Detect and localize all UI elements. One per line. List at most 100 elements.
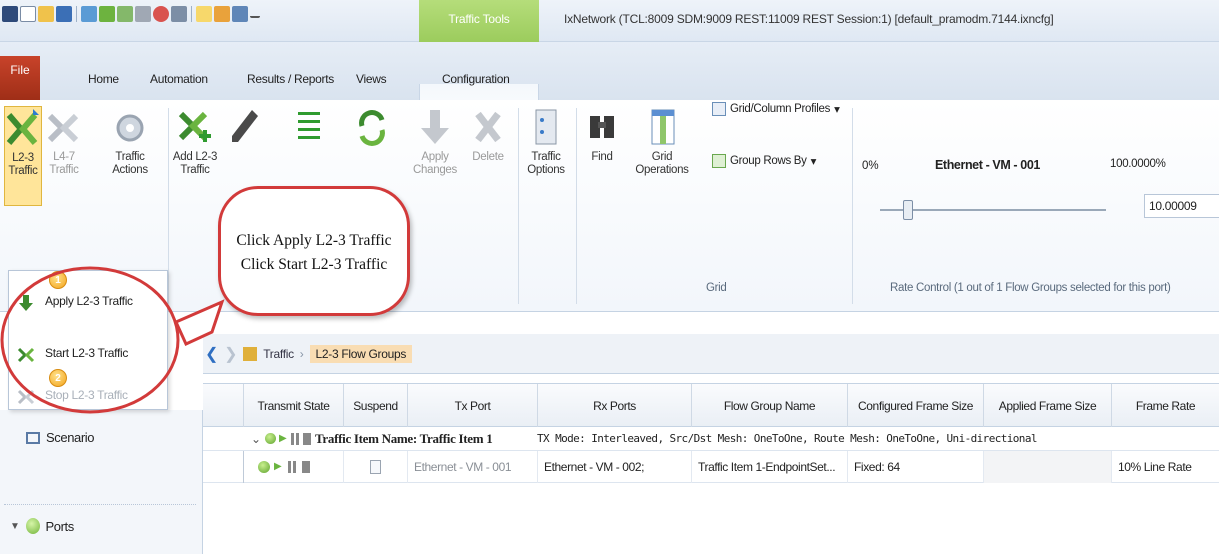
flow-list-button[interactable] [286, 106, 330, 151]
edit-icon[interactable] [135, 6, 151, 22]
l23-traffic-icon [5, 107, 41, 149]
nav-scenario-label: Scenario [46, 430, 95, 445]
column-header[interactable]: Configured Frame Size [847, 384, 983, 428]
traffic-actions-label: Traffic Actions [112, 151, 148, 176]
collapse-chevron-icon[interactable]: ⌄ [251, 427, 261, 451]
grid-column-profiles-button[interactable]: Grid/Column Profiles ▾ [712, 102, 840, 116]
rate-port-label: Ethernet - VM - 001 [935, 158, 1040, 172]
add-l23-traffic-label: Add L2-3 Traffic [172, 151, 218, 176]
add-l23-traffic-button[interactable]: Add L2-3 Traffic [172, 106, 218, 177]
flow-group-name-cell[interactable]: Traffic Item 1-EndpointSet... [691, 451, 847, 483]
tab-home[interactable]: Home [88, 72, 119, 86]
rate-control-group-label: Rate Control (1 out of 1 Flow Groups sel… [890, 282, 1171, 294]
frame-rate-cell[interactable]: 10% Line Rate [1111, 451, 1219, 483]
nav-item-scenario[interactable]: Scenario [26, 430, 95, 445]
rate-slider-thumb[interactable] [903, 200, 913, 220]
stats-icon[interactable] [214, 6, 230, 22]
column-header[interactable]: Rx Ports [537, 384, 691, 428]
open-folder-icon[interactable] [38, 6, 54, 22]
window-title: IxNetwork (TCL:8009 SDM:9009 REST:11009 … [564, 12, 1054, 26]
apply-l23-traffic-label: Apply L2-3 Traffic [45, 294, 133, 308]
l47-traffic-button[interactable]: L4-7 Traffic [44, 106, 84, 177]
contextual-tab-group: Traffic Tools [419, 0, 539, 42]
traffic-icon[interactable] [99, 6, 115, 22]
rx-ports-cell[interactable]: Ethernet - VM - 002; [537, 451, 691, 483]
tx-port-cell[interactable]: Ethernet - VM - 001 [407, 451, 537, 483]
traffic-options-button[interactable]: Traffic Options [522, 106, 570, 177]
record-icon[interactable] [153, 6, 169, 22]
apply-changes-button[interactable]: Apply Changes [412, 106, 458, 177]
breadcrumb-flow-groups[interactable]: L2-3 Flow Groups [309, 345, 413, 363]
stop-traffic-icon [17, 387, 35, 405]
grid-icon [644, 106, 680, 148]
protocol-icon[interactable] [117, 6, 133, 22]
forward-arrow-icon[interactable]: ❯ [224, 344, 237, 364]
traffic-item-group-row[interactable]: ⌄ ▶ Traffic Item Name: Traffic Item 1 TX… [203, 427, 1219, 451]
home-icon[interactable] [243, 347, 258, 361]
suspend-cell[interactable] [343, 451, 407, 483]
traffic-actions-button[interactable]: Traffic Actions [104, 106, 156, 177]
callout-line-start: Click Start L2-3 Traffic [240, 256, 388, 273]
scenario-icon [26, 431, 40, 444]
delete-button[interactable]: Delete [466, 106, 510, 164]
tab-automation[interactable]: Automation [150, 72, 208, 86]
menu-item-apply-l23-traffic[interactable]: Apply L2-3 Traffic [9, 287, 167, 315]
tab-configuration-label[interactable]: Configuration [442, 72, 510, 86]
chart-icon[interactable] [171, 6, 187, 22]
rate-slider-track [880, 209, 1106, 211]
rate-value: 10.00009 [1149, 199, 1197, 213]
menu-item-stop-l23-traffic[interactable]: Stop L2-3 Traffic [9, 381, 167, 409]
play-icon[interactable]: ▶ [274, 451, 282, 483]
status-dot-icon [265, 433, 276, 444]
find-button[interactable]: Find [580, 106, 624, 164]
pause-icon[interactable] [291, 433, 299, 445]
table-row[interactable]: ▶ Ethernet - VM - 001 Ethernet - VM - 00… [203, 451, 1219, 483]
rate-slider[interactable] [880, 200, 1106, 220]
stop-icon[interactable] [302, 461, 310, 473]
traffic-item-name: Traffic Item Name: Traffic Item 1 [315, 431, 493, 446]
column-header[interactable]: Transmit State [243, 384, 343, 428]
table-icon [712, 102, 726, 116]
suspend-checkbox[interactable] [370, 460, 381, 474]
menu-item-start-l23-traffic[interactable]: Start L2-3 Traffic [9, 339, 167, 367]
stop-icon[interactable] [303, 433, 311, 445]
column-header[interactable]: Applied Frame Size [983, 384, 1111, 428]
transmit-state-cell[interactable]: ▶ [243, 451, 343, 483]
l47-traffic-label: L4-7 Traffic [49, 151, 79, 176]
edit-button[interactable] [222, 106, 266, 151]
l23-traffic-button[interactable]: L2-3 Traffic [4, 106, 42, 206]
ports-status-icon [25, 518, 40, 534]
new-file-icon[interactable] [20, 6, 36, 22]
traffic-item-description: TX Mode: Interleaved, Src/Dst Mesh: OneT… [537, 432, 1037, 445]
layout-icon[interactable] [196, 6, 212, 22]
rate-max-label: 100.0000% [1110, 158, 1166, 170]
save-icon[interactable] [56, 6, 72, 22]
grid-operations-button[interactable]: Grid Operations [630, 106, 694, 177]
configured-frame-size-cell[interactable]: Fixed: 64 [847, 451, 983, 483]
customize-dropdown-icon[interactable] [250, 10, 260, 18]
pencil-icon [226, 106, 262, 148]
pause-icon[interactable] [288, 461, 296, 473]
settings-icon[interactable] [232, 6, 248, 22]
grid-operations-label: Grid Operations [635, 151, 689, 176]
instruction-callout: Click Apply L2-3 Traffic Click Start L2-… [218, 186, 410, 316]
tab-results-reports[interactable]: Results / Reports [247, 72, 334, 86]
breadcrumb-traffic[interactable]: Traffic [263, 347, 294, 361]
column-header[interactable]: Flow Group Name [691, 384, 847, 428]
column-header[interactable]: Suspend [343, 384, 407, 428]
group-rows-by-button[interactable]: Group Rows By ▾ [712, 154, 816, 168]
column-header[interactable]: Tx Port [407, 384, 537, 428]
nav-item-ports[interactable]: ▼ Ports [10, 518, 74, 534]
ports-icon[interactable] [81, 6, 97, 22]
refresh-button[interactable] [350, 106, 394, 151]
applied-frame-size-cell [983, 451, 1111, 483]
column-header[interactable]: Frame Rate [1111, 384, 1219, 428]
play-icon[interactable]: ▶ [279, 427, 287, 451]
tab-views[interactable]: Views [356, 72, 387, 86]
start-l23-traffic-label: Start L2-3 Traffic [45, 346, 129, 360]
app-logo-icon [2, 6, 18, 22]
rate-value-field[interactable]: 10.00009 [1144, 194, 1219, 218]
tab-file[interactable]: File [0, 56, 40, 100]
expand-chevron-icon[interactable]: ▼ [10, 521, 20, 532]
back-arrow-icon[interactable]: ❮ [205, 344, 218, 364]
